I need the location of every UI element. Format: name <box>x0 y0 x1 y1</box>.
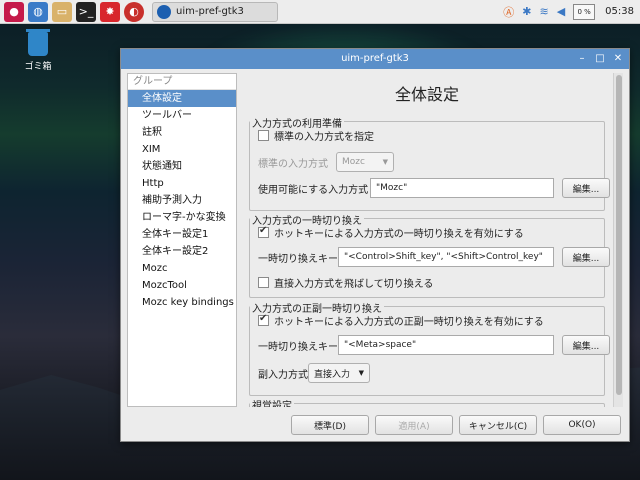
hotkey-switch-checkbox-label: ホットキーによる入力方式の一時切り換えを有効にする <box>274 229 524 240</box>
skip-direct-checkbox-label: 直接入力方式を飛ばして切り換える <box>274 279 434 290</box>
group-item-global[interactable]: 全体設定 <box>128 90 236 107</box>
toggle-key-field[interactable]: "<Meta>space" <box>338 335 554 355</box>
switch-key-label: 一時切り換えキー <box>258 253 338 265</box>
settings-scrollbar[interactable] <box>613 73 623 407</box>
ok-button[interactable]: OK(O) <box>543 415 621 435</box>
default-im-checkbox-row[interactable]: 標準の入力方式を指定 <box>258 128 374 143</box>
clock[interactable]: 05:38 <box>605 6 634 17</box>
desktop-trash[interactable]: ゴミ箱 <box>16 29 60 72</box>
hotkey-toggle-checkbox-label: ホットキーによる入力方式の正副一時切り換えを有効にする <box>274 317 544 328</box>
cancel-button[interactable]: キャンセル(C) <box>459 415 537 435</box>
page-title: 全体設定 <box>394 85 459 104</box>
group-im-switch: 入力方式の一時切り換え ホットキーによる入力方式の一時切り換えを有効にする 一時… <box>249 212 610 298</box>
group-item-annotation[interactable]: 註釈 <box>128 124 236 141</box>
settings-panel: 全体設定 入力方式の利用準備 標準の入力方式を指定 標準の入力方式 Mozc ▼… <box>243 73 611 407</box>
sub-im-select-value: 直接入力 <box>314 369 351 380</box>
enabled-im-label: 使用可能にする入力方式 <box>258 184 369 196</box>
default-im-select-value: Mozc <box>342 157 365 167</box>
taskbar-task-uim-pref[interactable]: uim-pref-gtk3 <box>152 1 278 22</box>
input-method-tray-icon[interactable]: Ⓐ <box>503 4 514 20</box>
maximize-icon[interactable]: □ <box>593 52 607 66</box>
group-list-header: グループ <box>128 74 236 90</box>
apply-button[interactable]: 適用(A) <box>375 415 453 435</box>
default-im-checkbox[interactable] <box>258 130 269 141</box>
switch-key-edit-button[interactable]: 編集... <box>562 247 610 267</box>
dialog-buttons: 標準(D) 適用(A) キャンセル(C) OK(O) <box>121 411 629 441</box>
default-button[interactable]: 標準(D) <box>291 415 369 435</box>
uim-pref-window: uim-pref-gtk3 – □ ✕ グループ 全体設定 ツールバー 註釈 X… <box>120 48 630 442</box>
group-item-http[interactable]: Http <box>128 175 236 192</box>
group-visual: 視覚設定 <box>249 397 605 407</box>
group-im-toggle: 入力方式の正副一時切り換え ホットキーによる入力方式の正副一時切り換えを有効にす… <box>249 300 610 396</box>
sub-im-select[interactable]: 直接入力 ▼ <box>308 363 370 383</box>
taskbar-task-label: uim-pref-gtk3 <box>176 6 244 17</box>
hotkey-switch-checkbox-row[interactable]: ホットキーによる入力方式の一時切り換えを有効にする <box>258 225 524 240</box>
hotkey-toggle-checkbox[interactable] <box>258 313 269 326</box>
settings-scrollbar-thumb[interactable] <box>616 75 622 395</box>
group-item-mozc-keys[interactable]: Mozc key bindings <box>128 294 236 311</box>
toggle-key-row: 一時切り換えキー "<Meta>space" 編集... <box>258 335 610 355</box>
window-titlebar[interactable]: uim-pref-gtk3 – □ ✕ <box>121 49 629 69</box>
group-item-mozctool[interactable]: MozcTool <box>128 277 236 294</box>
sub-im-row: 副入力方式 直接入力 ▼ <box>258 363 370 383</box>
trash-label: ゴミ箱 <box>24 62 52 72</box>
default-im-label: 標準の入力方式 <box>258 158 328 170</box>
enabled-im-field[interactable]: "Mozc" <box>370 178 554 198</box>
wolfram-icon[interactable]: ◐ <box>124 1 144 22</box>
switch-key-field[interactable]: "<Control>Shift_key", "<Shift>Control_ke… <box>338 247 554 267</box>
toggle-key-label: 一時切り換えキー <box>258 341 338 353</box>
default-im-select[interactable]: Mozc ▼ <box>336 152 394 172</box>
hotkey-toggle-checkbox-row[interactable]: ホットキーによる入力方式の正副一時切り換えを有効にする <box>258 313 544 328</box>
group-list: グループ 全体設定 ツールバー 註釈 XIM 状態通知 Http 補助予測入力 … <box>127 73 237 407</box>
group-item-toolbar[interactable]: ツールバー <box>128 107 236 124</box>
enabled-im-row: 使用可能にする入力方式 "Mozc" 編集... <box>258 178 610 198</box>
uim-app-icon <box>157 4 171 19</box>
enabled-im-edit-button[interactable]: 編集... <box>562 178 610 198</box>
default-im-row: 標準の入力方式 Mozc ▼ <box>258 152 394 172</box>
trash-icon <box>26 29 50 56</box>
system-tray: Ⓐ ✱ ≋ ◀ 0 % 05:38 <box>495 0 640 24</box>
raspberry-menu-icon[interactable]: ● <box>4 1 24 22</box>
group-im-setup: 入力方式の利用準備 標準の入力方式を指定 標準の入力方式 Mozc ▼ 使用可能… <box>249 115 610 211</box>
web-browser-icon[interactable]: ◍ <box>28 1 48 22</box>
file-manager-icon[interactable]: ▭ <box>52 1 72 22</box>
switch-key-row: 一時切り換えキー "<Control>Shift_key", "<Shift>C… <box>258 247 610 267</box>
group-item-keys1[interactable]: 全体キー設定1 <box>128 226 236 243</box>
group-item-status[interactable]: 状態通知 <box>128 158 236 175</box>
bluetooth-icon[interactable]: ✱ <box>522 5 531 18</box>
taskbar: ● ◍ ▭ >_ ✸ ◐ uim-pref-gtk3 Ⓐ ✱ ≋ ◀ 0 % 0… <box>0 0 640 24</box>
group-item-romaji[interactable]: ローマ字-かな変換 <box>128 209 236 226</box>
group-visual-legend: 視覚設定 <box>250 397 294 407</box>
default-im-checkbox-label: 標準の入力方式を指定 <box>274 132 374 143</box>
cpu-monitor: 0 % <box>573 3 596 20</box>
wifi-icon[interactable]: ≋ <box>539 5 548 18</box>
chevron-down-icon: ▼ <box>382 158 388 166</box>
group-item-keys2[interactable]: 全体キー設定2 <box>128 243 236 260</box>
skip-direct-checkbox-row[interactable]: 直接入力方式を飛ばして切り換える <box>258 275 433 290</box>
group-item-xim[interactable]: XIM <box>128 141 236 158</box>
volume-icon[interactable]: ◀ <box>557 5 565 18</box>
group-item-mozc[interactable]: Mozc <box>128 260 236 277</box>
minimize-icon[interactable]: – <box>575 52 589 66</box>
hotkey-switch-checkbox[interactable] <box>258 225 269 238</box>
mathematica-icon[interactable]: ✸ <box>100 1 120 22</box>
skip-direct-checkbox[interactable] <box>258 277 269 288</box>
chevron-down-icon: ▼ <box>358 369 364 377</box>
window-title: uim-pref-gtk3 <box>341 53 409 64</box>
group-item-predict[interactable]: 補助予測入力 <box>128 192 236 209</box>
terminal-icon[interactable]: >_ <box>76 1 96 22</box>
close-icon[interactable]: ✕ <box>611 52 625 66</box>
toggle-key-edit-button[interactable]: 編集... <box>562 335 610 355</box>
sub-im-label: 副入力方式 <box>258 369 308 381</box>
